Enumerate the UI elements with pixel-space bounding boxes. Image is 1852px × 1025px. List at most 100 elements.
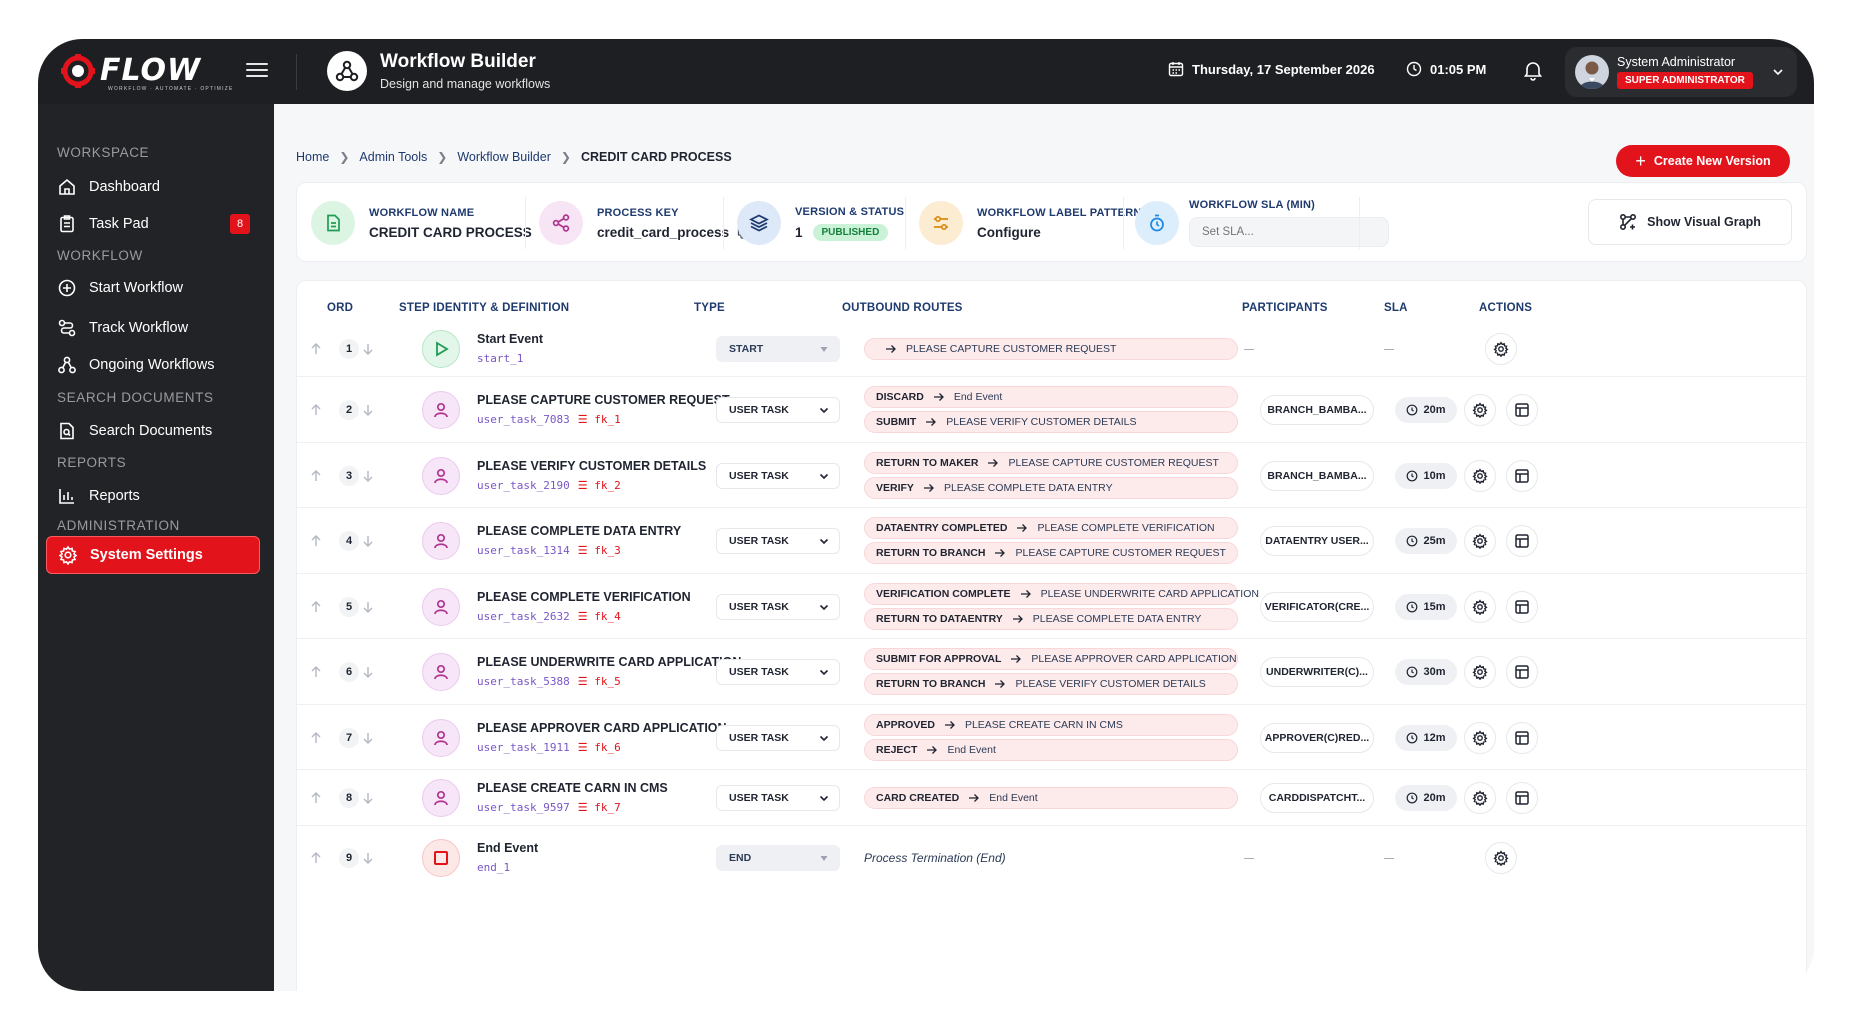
order-badge: 9 <box>339 848 359 868</box>
form-key-value: fk_6 <box>594 740 621 754</box>
move-down-icon[interactable] <box>361 342 375 356</box>
step-settings-button[interactable] <box>1464 590 1496 623</box>
step-type-select[interactable]: USER TASK <box>716 724 840 751</box>
step-sla[interactable]: 15m <box>1395 593 1457 620</box>
step-form-button[interactable] <box>1506 394 1538 426</box>
move-down-icon[interactable] <box>361 403 375 417</box>
step-settings-button[interactable] <box>1464 782 1496 814</box>
arrow-right-icon <box>959 793 989 803</box>
move-down-icon[interactable] <box>361 600 375 614</box>
participant-chip[interactable]: VERIFICATOR(CRE... <box>1260 591 1374 622</box>
outbound-route[interactable]: CARD CREATED End Event <box>864 787 1238 809</box>
step-key: user_task_1911 <box>477 740 570 754</box>
outbound-route[interactable]: PLEASE CAPTURE CUSTOMER REQUEST <box>864 338 1238 360</box>
step-settings-button[interactable] <box>1464 394 1496 426</box>
participant-chip[interactable]: APPROVER(C)RED... <box>1260 722 1374 753</box>
step-settings-button[interactable] <box>1464 525 1496 557</box>
move-down-icon[interactable] <box>361 731 375 745</box>
participant-chip[interactable]: DATAENTRY USER... <box>1260 526 1374 556</box>
sidebar-item-task-pad[interactable]: Task Pad 8 <box>46 205 260 243</box>
breadcrumb-admin-tools[interactable]: Admin Tools <box>359 150 427 164</box>
outbound-route[interactable]: RETURN TO BRANCH PLEASE VERIFY CUSTOMER D… <box>864 673 1238 695</box>
brand-logo[interactable]: FLOW WORKFLOW · AUTOMATE · OPTIMIZE <box>60 49 232 93</box>
outbound-route[interactable]: APPROVED PLEASE CREATE CARN IN CMS <box>864 713 1238 736</box>
move-up-icon[interactable] <box>309 791 323 805</box>
move-down-icon[interactable] <box>361 851 375 865</box>
breadcrumb-workflow-builder[interactable]: Workflow Builder <box>457 150 551 164</box>
step-sla[interactable]: 20m <box>1395 397 1457 423</box>
route-action: DATAENTRY COMPLETED <box>876 522 1008 534</box>
step-type-select[interactable]: USER TASK <box>716 659 840 685</box>
move-down-icon[interactable] <box>361 534 375 548</box>
step-sla[interactable]: 25m <box>1395 528 1457 554</box>
move-up-icon[interactable] <box>309 600 323 614</box>
step-name: PLEASE CREATE CARN IN CMS <box>477 781 668 795</box>
step-form-button[interactable] <box>1506 721 1538 754</box>
outbound-route[interactable]: RETURN TO MAKER PLEASE CAPTURE CUSTOMER R… <box>864 451 1238 474</box>
outbound-route[interactable]: SUBMIT PLEASE VERIFY CUSTOMER DETAILS <box>864 411 1238 433</box>
breadcrumb-home[interactable]: Home <box>296 150 329 164</box>
sidebar-item-start-workflow[interactable]: Start Workflow <box>46 269 260 307</box>
step-settings-button[interactable] <box>1464 459 1496 492</box>
show-visual-graph-button[interactable]: Show Visual Graph <box>1588 199 1792 245</box>
outbound-route[interactable]: DATAENTRY COMPLETED PLEASE COMPLETE VERIF… <box>864 517 1238 539</box>
move-up-icon[interactable] <box>309 469 323 483</box>
step-sla[interactable]: 30m <box>1395 659 1457 685</box>
step-settings-button[interactable] <box>1464 656 1496 688</box>
list-icon: ☰ <box>577 609 595 623</box>
create-new-version-button[interactable]: + Create New Version <box>1616 145 1790 177</box>
sidebar-item-reports[interactable]: Reports <box>46 477 260 515</box>
label-pattern-field[interactable]: WORKFLOW LABEL PATTERN Configure <box>919 195 1142 251</box>
step-type-select[interactable]: USER TASK <box>716 593 840 620</box>
step-settings-button[interactable] <box>1485 842 1517 874</box>
participant-chip[interactable]: CARDDISPATCHT... <box>1260 783 1374 813</box>
step-settings-button[interactable] <box>1485 333 1517 365</box>
workflow-name-value: CREDIT CARD PROCESS <box>369 224 532 240</box>
step-sla[interactable]: 10m <box>1395 462 1457 489</box>
step-form-button[interactable] <box>1506 590 1538 623</box>
outbound-route[interactable]: VERIFICATION COMPLETE PLEASE UNDERWRITE C… <box>864 582 1259 605</box>
move-down-icon[interactable] <box>361 791 375 805</box>
step-form-button[interactable] <box>1506 459 1538 492</box>
step-type-select[interactable]: USER TASK <box>716 528 840 554</box>
sidebar-item-dashboard[interactable]: Dashboard <box>46 168 260 206</box>
move-up-icon[interactable] <box>309 665 323 679</box>
step-form-button[interactable] <box>1506 525 1538 557</box>
move-up-icon[interactable] <box>309 731 323 745</box>
route-action: REJECT <box>876 743 918 756</box>
move-up-icon[interactable] <box>309 851 323 865</box>
step-settings-button[interactable] <box>1464 721 1496 754</box>
step-sla[interactable]: 20m <box>1395 785 1457 811</box>
outbound-route[interactable]: REJECT End Event <box>864 738 1238 761</box>
user-icon <box>422 718 460 757</box>
outbound-route[interactable]: DISCARD End Event <box>864 386 1238 408</box>
menu-toggle-icon[interactable] <box>246 61 268 79</box>
outbound-route[interactable]: VERIFY PLEASE COMPLETE DATA ENTRY <box>864 476 1238 499</box>
sidebar-item-ongoing-workflows[interactable]: Ongoing Workflows <box>46 346 260 384</box>
route-action: RETURN TO BRANCH <box>876 678 986 690</box>
step-type-select[interactable]: USER TASK <box>716 785 840 811</box>
outbound-route[interactable]: SUBMIT FOR APPROVAL PLEASE APPROVER CARD … <box>864 648 1238 670</box>
bell-icon[interactable] <box>1522 59 1544 81</box>
move-up-icon[interactable] <box>309 342 323 356</box>
outbound-route[interactable]: RETURN TO BRANCH PLEASE CAPTURE CUSTOMER … <box>864 542 1238 564</box>
label-pattern-value[interactable]: Configure <box>977 225 1142 240</box>
participant-chip[interactable]: UNDERWRITER(C)... <box>1260 657 1374 687</box>
step-form-button[interactable] <box>1506 782 1538 814</box>
move-down-icon[interactable] <box>361 665 375 679</box>
move-up-icon[interactable] <box>309 534 323 548</box>
user-menu[interactable]: System Administrator SUPER ADMINISTRATOR <box>1565 47 1797 97</box>
move-down-icon[interactable] <box>361 469 375 483</box>
move-up-icon[interactable] <box>309 403 323 417</box>
step-type-select[interactable]: USER TASK <box>716 462 840 489</box>
process-key-label: PROCESS KEY <box>597 206 679 219</box>
participant-chip[interactable]: BRANCH_BAMBA... <box>1260 460 1374 491</box>
participant-chip[interactable]: BRANCH_BAMBA... <box>1260 395 1374 425</box>
sidebar-item-track-workflow[interactable]: Track Workflow <box>46 309 260 347</box>
step-form-button[interactable] <box>1506 656 1538 688</box>
outbound-route[interactable]: RETURN TO DATAENTRY PLEASE COMPLETE DATA … <box>864 607 1238 630</box>
sidebar-item-search-documents[interactable]: Search Documents <box>46 412 260 450</box>
sidebar-item-system-settings[interactable]: System Settings <box>46 536 260 574</box>
step-sla[interactable]: 12m <box>1395 724 1457 751</box>
step-type-select[interactable]: USER TASK <box>716 397 840 423</box>
